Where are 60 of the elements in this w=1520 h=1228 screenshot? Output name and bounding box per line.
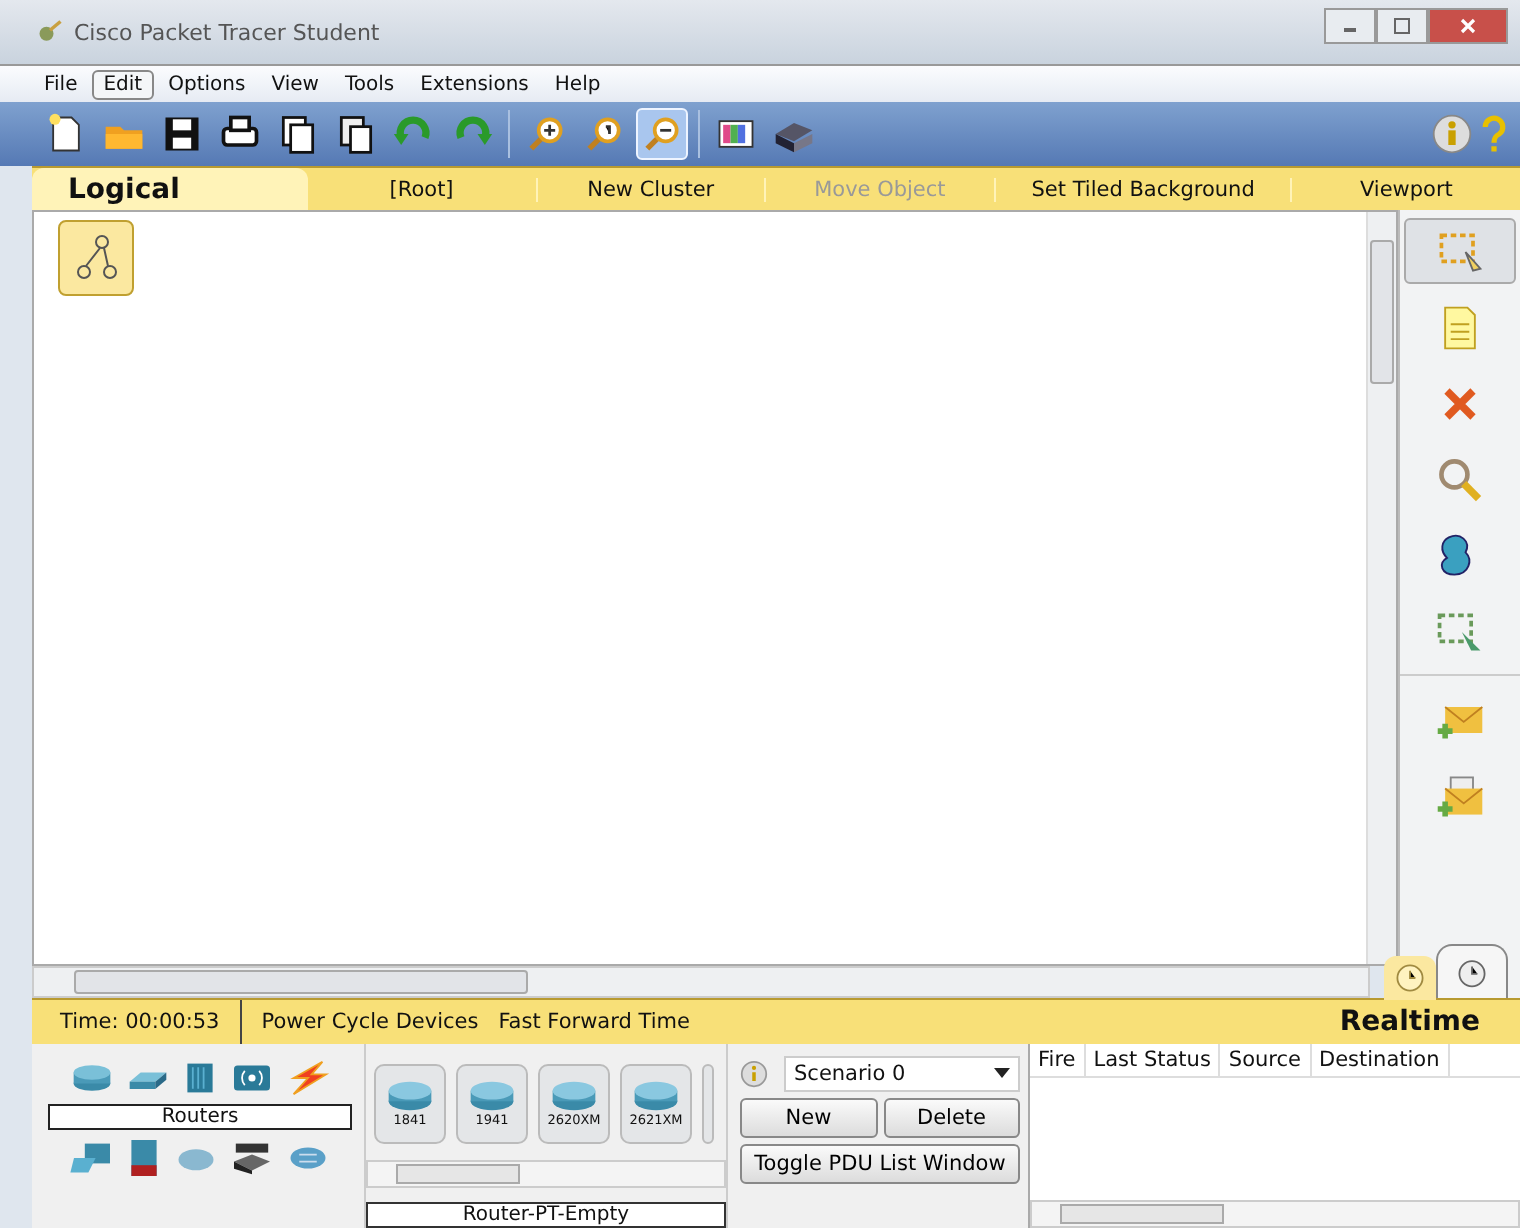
hub-icon[interactable]: [182, 1060, 218, 1096]
minimize-button[interactable]: [1324, 8, 1376, 44]
router-icon: [384, 1080, 436, 1112]
realtime-tab[interactable]: [1384, 956, 1436, 1000]
app-icon: [36, 18, 64, 46]
column-header[interactable]: Destination: [1311, 1044, 1450, 1076]
help-icon[interactable]: [1480, 112, 1508, 156]
workspace-button[interactable]: [Root]: [308, 177, 538, 201]
menu-item[interactable]: Edit: [91, 69, 155, 99]
category-label: Routers: [48, 1104, 352, 1130]
vertical-scrollbar[interactable]: [1366, 212, 1396, 964]
clock-icon: [1392, 960, 1428, 996]
cloud-icon[interactable]: [174, 1144, 218, 1172]
router-icon: [548, 1080, 600, 1112]
column-header[interactable]: Last Status: [1085, 1044, 1221, 1076]
window-title: Cisco Packet Tracer Student: [74, 19, 380, 45]
status-button[interactable]: Fast Forward Time: [478, 1010, 690, 1034]
menu-item[interactable]: View: [259, 69, 331, 99]
connection-icon[interactable]: [286, 1144, 330, 1172]
wireless-icon[interactable]: [230, 1060, 274, 1096]
cluster-navigation-icon[interactable]: [58, 220, 134, 296]
simulation-tab[interactable]: [1436, 944, 1508, 998]
horizontal-scrollbar[interactable]: [32, 966, 1370, 998]
select-icon[interactable]: [1404, 218, 1516, 284]
workspace-button[interactable]: Set Tiled Background: [995, 177, 1293, 201]
horizontal-scrollbar[interactable]: [366, 1160, 726, 1188]
scenario-button[interactable]: Delete: [883, 1098, 1020, 1138]
network-device-icon[interactable]: [230, 1140, 274, 1176]
scenario-button[interactable]: New: [740, 1098, 877, 1138]
zoom-out-icon[interactable]: [636, 108, 688, 160]
workspace-button[interactable]: Viewport: [1292, 177, 1520, 201]
column-header[interactable]: Source: [1220, 1044, 1311, 1076]
model-name-label: Router-PT-Empty: [366, 1202, 726, 1228]
workspace-button[interactable]: New Cluster: [537, 177, 767, 201]
stopwatch-icon: [1454, 954, 1490, 990]
status-button[interactable]: Power Cycle Devices: [241, 1010, 479, 1034]
toggle-pdu-button[interactable]: Toggle PDU List Window: [740, 1144, 1020, 1184]
close-button[interactable]: [1428, 8, 1508, 44]
menu-item[interactable]: Options: [156, 69, 258, 99]
maximize-icon: [1392, 16, 1412, 36]
scenario-dropdown[interactable]: Scenario 0: [784, 1056, 1020, 1092]
info-icon[interactable]: [1430, 112, 1474, 156]
maximize-button[interactable]: [1376, 8, 1428, 44]
column-header[interactable]: Fire: [1030, 1044, 1086, 1076]
horizontal-scrollbar[interactable]: [1030, 1200, 1520, 1228]
mode-label: Realtime: [1339, 1004, 1482, 1042]
router-icon: [630, 1080, 682, 1112]
close-icon: [1458, 16, 1478, 36]
logical-tab[interactable]: Logical: [32, 168, 308, 210]
menu-item[interactable]: Extensions: [408, 69, 541, 99]
server-icon[interactable]: [126, 1138, 162, 1178]
info-icon[interactable]: [740, 1060, 768, 1088]
dropdown-arrow-icon: [994, 1068, 1010, 1080]
menu-item[interactable]: File: [32, 69, 90, 99]
menu-item[interactable]: Tools: [332, 69, 407, 99]
computer-icon[interactable]: [70, 1140, 114, 1176]
menu-item[interactable]: Help: [542, 69, 613, 99]
router-icon[interactable]: [70, 1062, 114, 1094]
lightning-icon[interactable]: [286, 1060, 330, 1096]
router-icon: [466, 1080, 518, 1112]
